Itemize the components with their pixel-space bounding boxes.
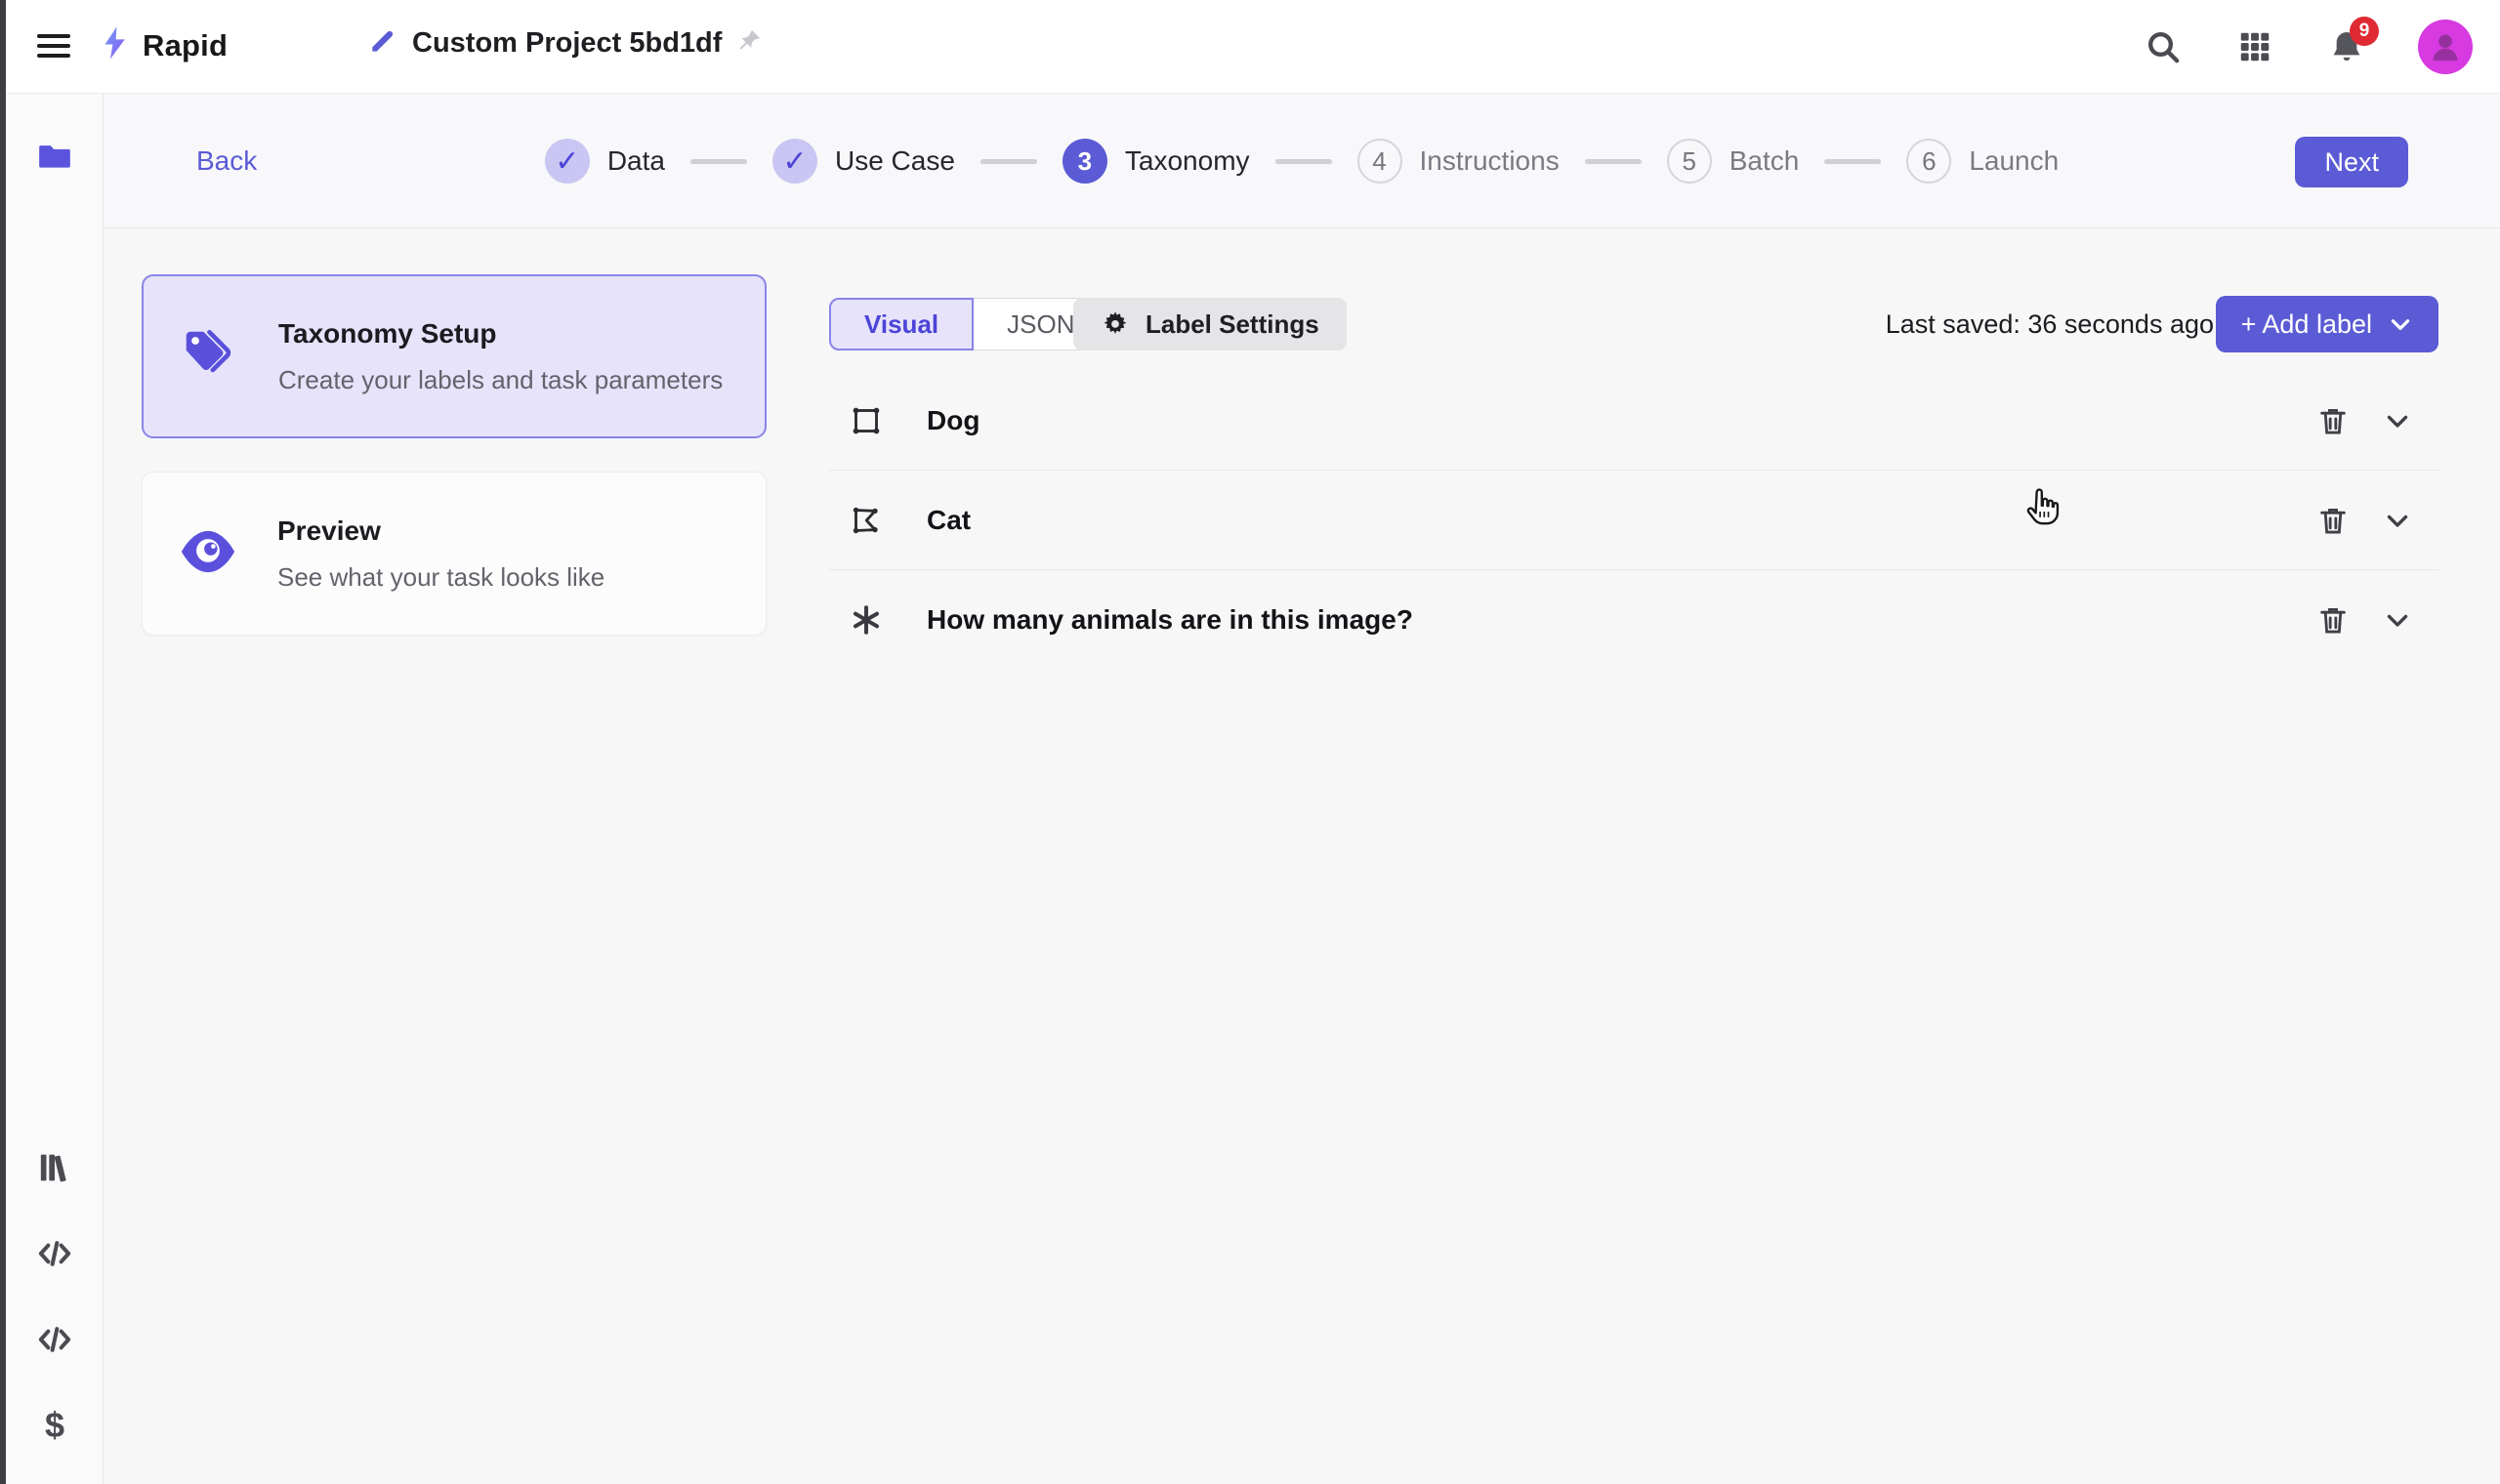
folder-icon[interactable]: [31, 133, 78, 180]
search-icon[interactable]: [2143, 26, 2184, 67]
step-use-case[interactable]: ✓ Use Case: [772, 139, 955, 184]
eye-icon: [178, 521, 238, 587]
step-instructions[interactable]: 4 Instructions: [1357, 139, 1560, 184]
step-connector: [980, 159, 1037, 164]
card-title: Taxonomy Setup: [278, 318, 723, 350]
notifications-bell-icon[interactable]: 9: [2326, 26, 2367, 67]
add-label-button[interactable]: + Add label: [2216, 296, 2438, 352]
asterisk-icon: [849, 602, 884, 638]
label-row-question[interactable]: How many animals are in this image?: [829, 570, 2438, 670]
step-taxonomy[interactable]: 3 Taxonomy: [1062, 139, 1250, 184]
brand-name: Rapid: [143, 28, 228, 63]
avatar[interactable]: [2418, 20, 2473, 74]
step-connector: [1585, 159, 1642, 164]
stepper-band: Back ✓ Data ✓ Use Case 3 Taxonomy 4 Inst…: [104, 94, 2500, 228]
stepper: ✓ Data ✓ Use Case 3 Taxonomy 4 Instructi…: [104, 94, 2500, 228]
preview-card[interactable]: Preview See what your task looks like: [142, 472, 767, 636]
gear-icon: [1101, 309, 1130, 339]
step-connector: [690, 159, 747, 164]
card-subtitle: Create your labels and task parameters: [278, 365, 723, 395]
step-check-icon: ✓: [545, 139, 590, 184]
edit-pencil-icon[interactable]: [367, 25, 398, 62]
topbar: Rapid Custom Project 5bd1df: [0, 0, 2500, 94]
step-number: 3: [1062, 139, 1107, 184]
code-icon[interactable]: [31, 1230, 78, 1277]
dollar-icon[interactable]: $: [31, 1402, 78, 1449]
view-mode-switch: Visual JSON: [829, 298, 1108, 350]
window-edge: [0, 0, 6, 1484]
tab-visual[interactable]: Visual: [829, 298, 974, 350]
next-button[interactable]: Next: [2295, 137, 2408, 187]
last-saved-status: Last saved: 36 seconds ago: [1886, 298, 2214, 350]
hamburger-menu-icon[interactable]: [37, 29, 70, 62]
step-connector: [1275, 159, 1332, 164]
code-icon[interactable]: [31, 1316, 78, 1363]
expand-chevron-icon[interactable]: [2378, 600, 2417, 639]
delete-trash-icon[interactable]: [2313, 600, 2353, 639]
add-label-text: + Add label: [2241, 309, 2372, 340]
label-name: How many animals are in this image?: [927, 604, 1413, 636]
tags-icon: [179, 324, 239, 390]
taxonomy-setup-card[interactable]: Taxonomy Setup Create your labels and ta…: [142, 274, 767, 438]
library-icon[interactable]: [31, 1144, 78, 1191]
card-title: Preview: [277, 515, 604, 547]
apps-grid-icon[interactable]: [2234, 26, 2275, 67]
label-name: Cat: [927, 505, 971, 536]
topbar-actions: 9: [2143, 0, 2473, 94]
step-number: 5: [1667, 139, 1712, 184]
expand-chevron-icon[interactable]: [2378, 501, 2417, 540]
project-title[interactable]: Custom Project 5bd1df: [412, 27, 722, 60]
step-batch[interactable]: 5 Batch: [1667, 139, 1800, 184]
label-name: Dog: [927, 405, 979, 436]
step-number: 6: [1906, 139, 1951, 184]
sidebar: $: [6, 94, 104, 1484]
app-root: Rapid Custom Project 5bd1df: [0, 0, 2500, 1484]
project-title-group: Custom Project 5bd1df: [367, 25, 763, 62]
label-settings-text: Label Settings: [1146, 309, 1319, 340]
chevron-down-icon: [2388, 311, 2413, 337]
lightning-icon: [98, 23, 133, 67]
brand[interactable]: Rapid: [98, 23, 228, 67]
step-data[interactable]: ✓ Data: [545, 139, 665, 184]
taxonomy-toolbar: Visual JSON Label Settings Last saved: 3…: [829, 298, 2438, 350]
step-launch[interactable]: 6 Launch: [1906, 139, 2059, 184]
expand-chevron-icon[interactable]: [2378, 401, 2417, 440]
pin-icon[interactable]: [735, 27, 763, 60]
delete-trash-icon[interactable]: [2313, 501, 2353, 540]
bounding-box-icon: [849, 403, 884, 438]
label-list: Dog: [829, 371, 2438, 670]
label-settings-button[interactable]: Label Settings: [1073, 298, 1347, 350]
polygon-icon: [849, 503, 884, 538]
step-check-icon: ✓: [772, 139, 817, 184]
label-row-dog[interactable]: Dog: [829, 371, 2438, 471]
delete-trash-icon[interactable]: [2313, 401, 2353, 440]
notification-badge: 9: [2350, 17, 2379, 46]
step-connector: [1824, 159, 1881, 164]
step-number: 4: [1357, 139, 1402, 184]
card-subtitle: See what your task looks like: [277, 562, 604, 593]
label-row-cat[interactable]: Cat: [829, 471, 2438, 570]
